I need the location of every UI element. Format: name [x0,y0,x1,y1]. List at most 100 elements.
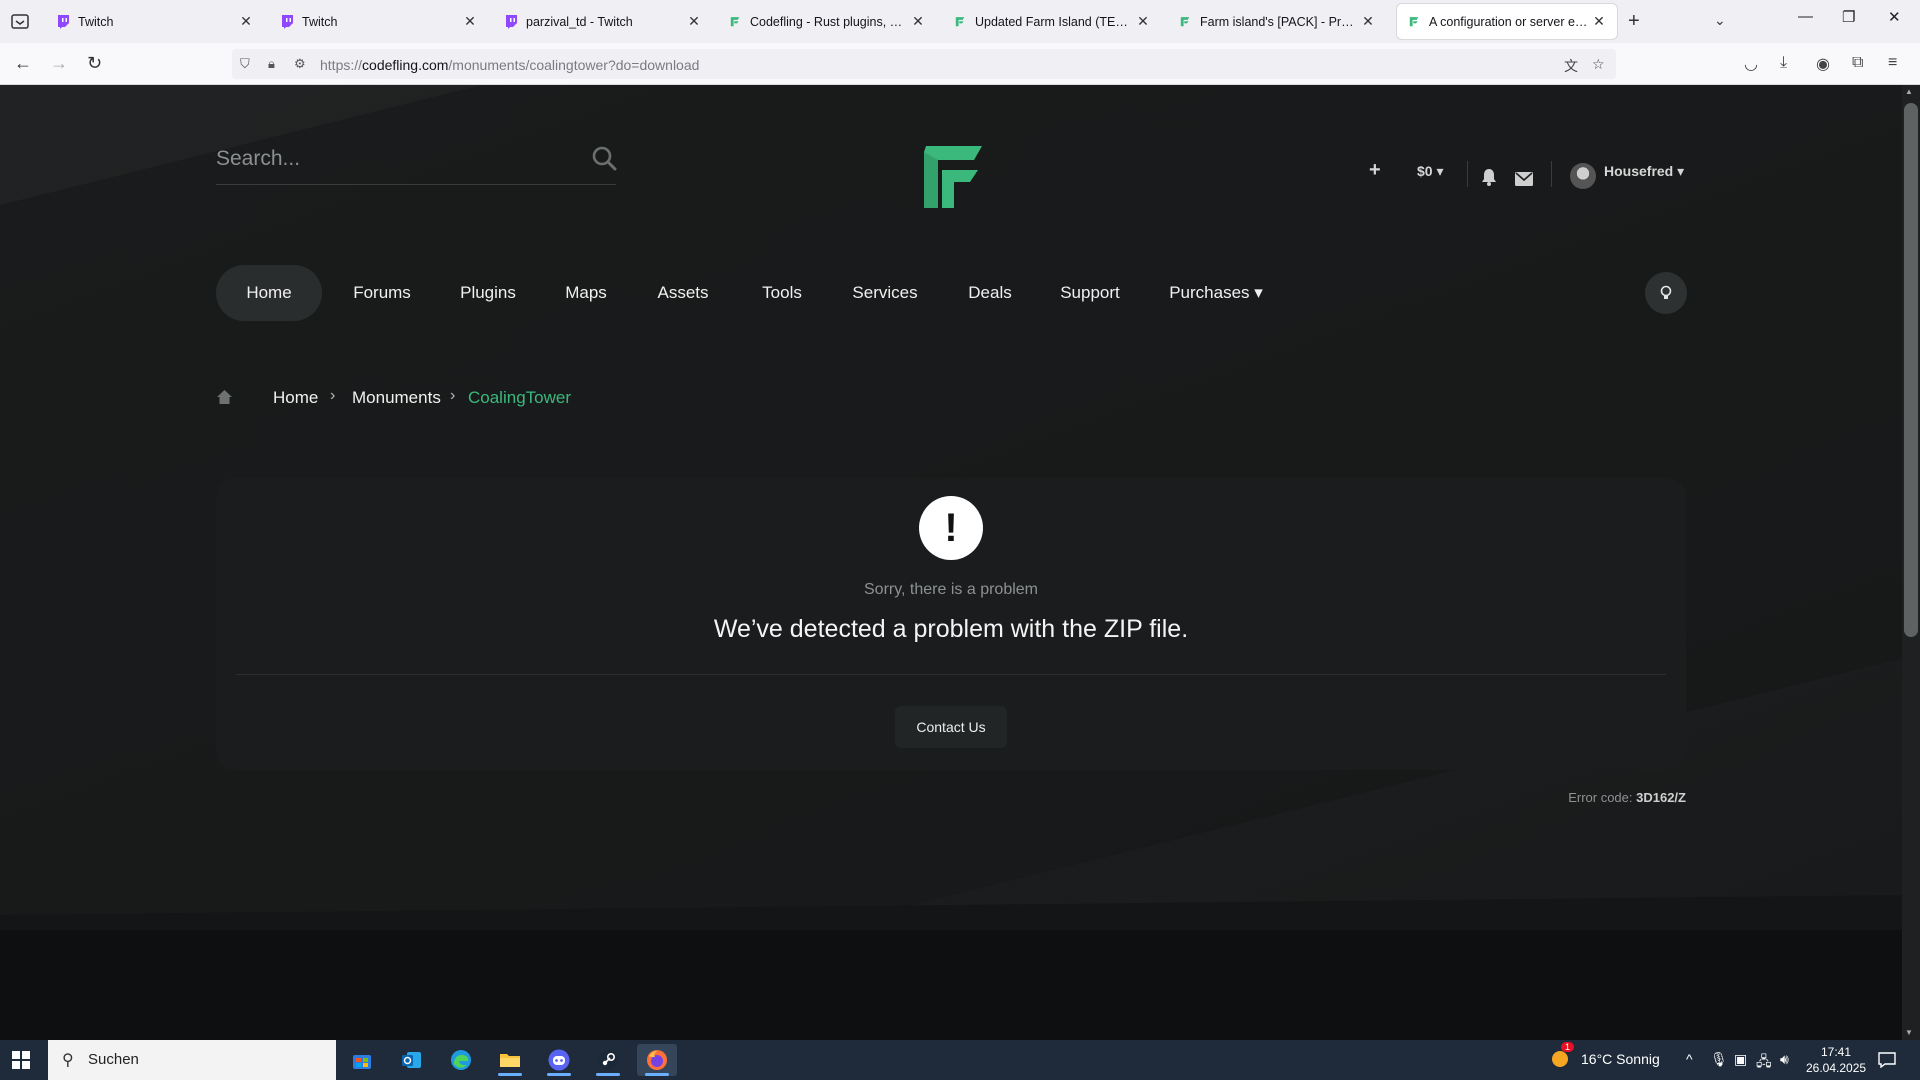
avatar[interactable] [1570,163,1596,189]
breadcrumb-home[interactable]: Home [273,388,318,408]
notification-icon[interactable] [1878,1052,1896,1068]
create-plus-button[interactable]: + [1369,159,1381,183]
close-tab-icon[interactable]: ✕ [462,13,478,30]
url-text[interactable]: https://codefling.com/monuments/coalingt… [320,57,699,73]
error-code-value: 3D162/Z [1636,790,1686,805]
running-indicator [645,1073,669,1076]
lock-icon[interactable]: 🔒︎ [268,56,275,72]
theme-toggle-button[interactable] [1645,272,1687,314]
error-subtitle: Sorry, there is a problem [864,581,1038,598]
tab-title: Updated Farm Island (TEMP) - S [975,14,1135,29]
browser-tab[interactable]: Farm island's [PACK] - Prefabs - ✕ [1168,4,1386,39]
extensions-icon[interactable]: ⧉ [1852,54,1863,72]
tab-overflow-chevron-icon[interactable]: ⌄ [1714,12,1726,29]
running-indicator [596,1073,620,1076]
browser-tab[interactable]: Updated Farm Island (TEMP) - S ✕ [943,4,1161,39]
tab-list-icon[interactable] [10,12,30,30]
close-tab-icon[interactable]: ✕ [1360,13,1376,30]
meet-icon[interactable]: ▣ [1734,1051,1747,1068]
translate-icon[interactable]: 文 [1564,56,1578,76]
bell-icon[interactable] [1481,165,1497,189]
error-code: Error code: 3D162/Z [1420,790,1686,805]
volume-icon[interactable]: 🔊︎ [1780,1051,1789,1068]
tab-title: Farm island's [PACK] - Prefabs - [1200,14,1360,29]
nav-services[interactable]: Services [836,265,934,321]
windows-start-icon[interactable] [12,1051,30,1069]
network-icon[interactable]: 🖧 [1756,1051,1772,1075]
close-tab-icon[interactable]: ✕ [1135,13,1151,30]
menu-icon[interactable]: ≡ [1888,54,1897,72]
download-icon[interactable]: ⤓ [1780,54,1787,72]
running-indicator [498,1073,522,1076]
back-icon[interactable]: ← [14,53,32,74]
file-explorer-icon[interactable] [490,1044,530,1076]
site-search [216,135,617,185]
nav-assets[interactable]: Assets [638,265,728,321]
permissions-icon[interactable]: ⚙ [294,56,306,72]
browser-tab-bar: Twitch ✕ Twitch ✕ parzival_td - Twitch ✕… [0,0,1920,43]
discord-icon[interactable] [539,1044,579,1076]
scrollbar-thumb[interactable] [1904,103,1918,637]
twitch-icon [56,14,70,29]
firefox-icon[interactable] [637,1044,677,1076]
contact-us-button[interactable]: Contact Us [895,706,1007,748]
url-bar[interactable]: ⛉ 🔒︎ ⚙ https://codefling.com/monuments/c… [232,49,1616,79]
scroll-down-icon[interactable]: ▼ [1905,1028,1913,1037]
nav-tools[interactable]: Tools [742,265,822,321]
nav-forums[interactable]: Forums [336,265,428,321]
nav-plugins[interactable]: Plugins [444,265,532,321]
nav-maps[interactable]: Maps [546,265,626,321]
twitch-icon [504,14,518,29]
user-menu-dropdown[interactable]: Housefred ▾ [1604,163,1684,187]
breadcrumb-monuments[interactable]: Monuments [352,388,441,408]
nav-support[interactable]: Support [1042,265,1138,321]
clock[interactable]: 17:41 26.04.2025 [1806,1044,1866,1076]
close-tab-icon[interactable]: ✕ [910,13,926,30]
search-input[interactable] [216,141,576,177]
close-window-icon[interactable]: ✕ [1888,8,1901,26]
taskbar-search[interactable]: ⚲ Suchen [48,1040,336,1080]
pocket-icon[interactable]: ◡ [1744,54,1758,74]
url-prefix: https:// [320,57,363,73]
error-card: ! Sorry, there is a problem We’ve detect… [216,478,1686,770]
taskbar-search-text: Suchen [88,1051,139,1068]
browser-tab[interactable]: Twitch ✕ [46,4,264,39]
scroll-up-icon[interactable]: ▲ [1905,87,1913,96]
browser-tab[interactable]: Codefling - Rust plugins, maps ✕ [718,4,936,39]
minimize-icon[interactable]: — [1798,8,1813,25]
shield-icon[interactable]: ⛉ [240,56,250,72]
close-tab-icon[interactable]: ✕ [238,13,254,30]
close-tab-icon[interactable]: ✕ [1591,13,1607,30]
home-icon[interactable] [216,389,233,405]
nav-purchases-dropdown[interactable]: Purchases ▾ [1152,265,1280,321]
browser-tab[interactable]: Twitch ✕ [270,4,488,39]
edge-icon[interactable] [441,1044,481,1076]
forward-icon[interactable]: → [50,53,68,74]
search-icon[interactable] [591,145,617,171]
tray-chevron-up-icon[interactable]: ^ [1686,1051,1693,1067]
codefling-icon [1407,15,1421,29]
mail-icon[interactable] [1515,167,1533,191]
clock-date: 26.04.2025 [1806,1061,1867,1075]
steam-icon[interactable] [588,1044,628,1076]
account-icon[interactable]: ◉ [1816,54,1830,74]
browser-tab[interactable]: parzival_td - Twitch ✕ [494,4,712,39]
microsoft-store-icon[interactable] [342,1044,382,1076]
reload-icon[interactable]: ↻ [87,53,102,74]
new-tab-icon[interactable]: + [1628,10,1640,33]
bookmark-star-icon[interactable]: ☆ [1592,56,1605,73]
close-tab-icon[interactable]: ✕ [686,13,702,30]
microphone-icon[interactable]: 🎙︎ [1710,1051,1728,1068]
lightbulb-icon [1660,285,1672,299]
restore-icon[interactable]: ❐ [1842,8,1855,26]
codefling-logo[interactable] [912,138,992,218]
balance-dropdown[interactable]: $0 ▾ [1417,163,1444,187]
outlook-icon[interactable] [392,1044,432,1076]
nav-home[interactable]: Home [216,265,322,321]
weather-badge: 1 [1561,1042,1575,1052]
exclamation-icon: ! [919,496,983,560]
error-code-label: Error code: [1568,790,1633,805]
browser-tab-active[interactable]: A configuration or server error ✕ [1397,4,1617,39]
nav-deals[interactable]: Deals [950,265,1030,321]
breadcrumb-current[interactable]: CoalingTower [468,388,571,408]
